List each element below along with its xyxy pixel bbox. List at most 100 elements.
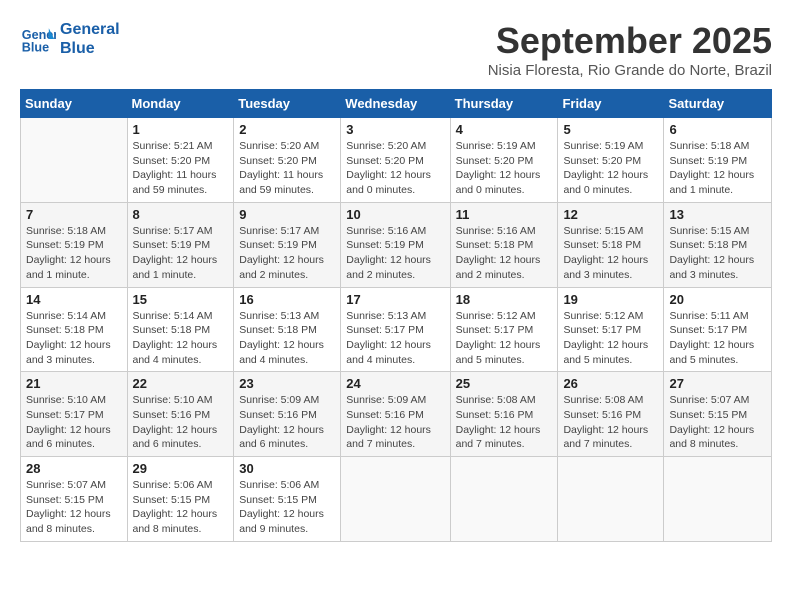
day-info: Sunrise: 5:10 AM Sunset: 5:16 PM Dayligh…	[133, 393, 229, 452]
day-info: Sunrise: 5:16 AM Sunset: 5:18 PM Dayligh…	[456, 224, 553, 283]
calendar-cell	[21, 118, 128, 203]
day-info: Sunrise: 5:13 AM Sunset: 5:17 PM Dayligh…	[346, 309, 444, 368]
day-info: Sunrise: 5:21 AM Sunset: 5:20 PM Dayligh…	[133, 139, 229, 198]
calendar-week-row: 28 Sunrise: 5:07 AM Sunset: 5:15 PM Dayli…	[21, 457, 772, 542]
calendar-cell: 3 Sunrise: 5:20 AM Sunset: 5:20 PM Daylig…	[341, 118, 450, 203]
weekday-header-row: SundayMondayTuesdayWednesdayThursdayFrid…	[21, 90, 772, 118]
calendar-cell: 28 Sunrise: 5:07 AM Sunset: 5:15 PM Dayli…	[21, 457, 128, 542]
day-info: Sunrise: 5:06 AM Sunset: 5:15 PM Dayligh…	[133, 478, 229, 537]
day-number: 3	[346, 122, 444, 137]
day-info: Sunrise: 5:20 AM Sunset: 5:20 PM Dayligh…	[346, 139, 444, 198]
calendar-cell: 21 Sunrise: 5:10 AM Sunset: 5:17 PM Dayli…	[21, 372, 128, 457]
day-info: Sunrise: 5:17 AM Sunset: 5:19 PM Dayligh…	[239, 224, 335, 283]
day-number: 7	[26, 207, 122, 222]
day-number: 25	[456, 376, 553, 391]
calendar-cell: 15 Sunrise: 5:14 AM Sunset: 5:18 PM Dayli…	[127, 287, 234, 372]
calendar-table: SundayMondayTuesdayWednesdayThursdayFrid…	[20, 89, 772, 542]
calendar-cell: 8Sunrise: 5:17 AM Sunset: 5:19 PM Daylig…	[127, 202, 234, 287]
calendar-week-row: 21 Sunrise: 5:10 AM Sunset: 5:17 PM Dayli…	[21, 372, 772, 457]
calendar-cell: 23 Sunrise: 5:09 AM Sunset: 5:16 PM Dayli…	[234, 372, 341, 457]
calendar-cell: 12 Sunrise: 5:15 AM Sunset: 5:18 PM Dayli…	[558, 202, 664, 287]
location: Nisia Floresta, Rio Grande do Norte, Bra…	[488, 62, 772, 79]
title-area: September 2025 Nisia Floresta, Rio Grand…	[488, 20, 772, 79]
day-number: 23	[239, 376, 335, 391]
calendar-cell: 4 Sunrise: 5:19 AM Sunset: 5:20 PM Daylig…	[450, 118, 558, 203]
day-number: 15	[133, 292, 229, 307]
calendar-cell: 29 Sunrise: 5:06 AM Sunset: 5:15 PM Dayli…	[127, 457, 234, 542]
day-info: Sunrise: 5:14 AM Sunset: 5:18 PM Dayligh…	[133, 309, 229, 368]
day-number: 20	[669, 292, 766, 307]
day-number: 29	[133, 461, 229, 476]
day-info: Sunrise: 5:07 AM Sunset: 5:15 PM Dayligh…	[26, 478, 122, 537]
day-info: Sunrise: 5:18 AM Sunset: 5:19 PM Dayligh…	[26, 224, 122, 283]
day-info: Sunrise: 5:12 AM Sunset: 5:17 PM Dayligh…	[563, 309, 658, 368]
svg-text:Blue: Blue	[22, 41, 49, 55]
weekday-header-friday: Friday	[558, 90, 664, 118]
calendar-cell: 7 Sunrise: 5:18 AM Sunset: 5:19 PM Daylig…	[21, 202, 128, 287]
day-number: 1	[133, 122, 229, 137]
day-number: 21	[26, 376, 122, 391]
day-number: 19	[563, 292, 658, 307]
logo-icon: General Blue	[20, 21, 56, 57]
day-number: 24	[346, 376, 444, 391]
day-number: 26	[563, 376, 658, 391]
calendar-cell: 24 Sunrise: 5:09 AM Sunset: 5:16 PM Dayli…	[341, 372, 450, 457]
day-number: 27	[669, 376, 766, 391]
day-info: Sunrise: 5:08 AM Sunset: 5:16 PM Dayligh…	[456, 393, 553, 452]
day-number: 9	[239, 207, 335, 222]
calendar-cell	[341, 457, 450, 542]
calendar-week-row: 7 Sunrise: 5:18 AM Sunset: 5:19 PM Daylig…	[21, 202, 772, 287]
calendar-cell: 26Sunrise: 5:08 AM Sunset: 5:16 PM Dayli…	[558, 372, 664, 457]
day-info: Sunrise: 5:19 AM Sunset: 5:20 PM Dayligh…	[456, 139, 553, 198]
calendar-cell	[450, 457, 558, 542]
weekday-header-thursday: Thursday	[450, 90, 558, 118]
calendar-cell: 13 Sunrise: 5:15 AM Sunset: 5:18 PM Dayli…	[664, 202, 772, 287]
calendar-cell	[664, 457, 772, 542]
calendar-cell: 22 Sunrise: 5:10 AM Sunset: 5:16 PM Dayli…	[127, 372, 234, 457]
day-number: 8	[133, 207, 229, 222]
day-info: Sunrise: 5:15 AM Sunset: 5:18 PM Dayligh…	[669, 224, 766, 283]
calendar-cell: 17 Sunrise: 5:13 AM Sunset: 5:17 PM Dayli…	[341, 287, 450, 372]
weekday-header-monday: Monday	[127, 90, 234, 118]
day-info: Sunrise: 5:12 AM Sunset: 5:17 PM Dayligh…	[456, 309, 553, 368]
calendar-cell	[558, 457, 664, 542]
day-number: 18	[456, 292, 553, 307]
day-info: Sunrise: 5:11 AM Sunset: 5:17 PM Dayligh…	[669, 309, 766, 368]
day-info: Sunrise: 5:15 AM Sunset: 5:18 PM Dayligh…	[563, 224, 658, 283]
calendar-cell: 30 Sunrise: 5:06 AM Sunset: 5:15 PM Dayli…	[234, 457, 341, 542]
day-number: 30	[239, 461, 335, 476]
day-info: Sunrise: 5:14 AM Sunset: 5:18 PM Dayligh…	[26, 309, 122, 368]
day-number: 2	[239, 122, 335, 137]
weekday-header-saturday: Saturday	[664, 90, 772, 118]
day-info: Sunrise: 5:06 AM Sunset: 5:15 PM Dayligh…	[239, 478, 335, 537]
calendar-cell: 18 Sunrise: 5:12 AM Sunset: 5:17 PM Dayli…	[450, 287, 558, 372]
day-info: Sunrise: 5:18 AM Sunset: 5:19 PM Dayligh…	[669, 139, 766, 198]
logo-line1: General	[60, 20, 120, 39]
calendar-cell: 20 Sunrise: 5:11 AM Sunset: 5:17 PM Dayli…	[664, 287, 772, 372]
day-info: Sunrise: 5:20 AM Sunset: 5:20 PM Dayligh…	[239, 139, 335, 198]
calendar-cell: 10Sunrise: 5:16 AM Sunset: 5:19 PM Dayli…	[341, 202, 450, 287]
day-number: 17	[346, 292, 444, 307]
page-header: General Blue General Blue September 2025…	[20, 20, 772, 79]
day-info: Sunrise: 5:09 AM Sunset: 5:16 PM Dayligh…	[346, 393, 444, 452]
calendar-week-row: 1 Sunrise: 5:21 AM Sunset: 5:20 PM Daylig…	[21, 118, 772, 203]
calendar-cell: 16Sunrise: 5:13 AM Sunset: 5:18 PM Dayli…	[234, 287, 341, 372]
day-number: 12	[563, 207, 658, 222]
calendar-week-row: 14Sunrise: 5:14 AM Sunset: 5:18 PM Dayli…	[21, 287, 772, 372]
calendar-cell: 5Sunrise: 5:19 AM Sunset: 5:20 PM Daylig…	[558, 118, 664, 203]
day-number: 28	[26, 461, 122, 476]
day-number: 6	[669, 122, 766, 137]
weekday-header-sunday: Sunday	[21, 90, 128, 118]
day-info: Sunrise: 5:09 AM Sunset: 5:16 PM Dayligh…	[239, 393, 335, 452]
day-number: 13	[669, 207, 766, 222]
day-number: 11	[456, 207, 553, 222]
calendar-cell: 19 Sunrise: 5:12 AM Sunset: 5:17 PM Dayli…	[558, 287, 664, 372]
day-number: 22	[133, 376, 229, 391]
calendar-cell: 27Sunrise: 5:07 AM Sunset: 5:15 PM Dayli…	[664, 372, 772, 457]
calendar-cell: 6 Sunrise: 5:18 AM Sunset: 5:19 PM Daylig…	[664, 118, 772, 203]
day-number: 4	[456, 122, 553, 137]
day-info: Sunrise: 5:10 AM Sunset: 5:17 PM Dayligh…	[26, 393, 122, 452]
month-title: September 2025	[488, 20, 772, 62]
day-number: 10	[346, 207, 444, 222]
logo: General Blue General Blue	[20, 20, 120, 58]
